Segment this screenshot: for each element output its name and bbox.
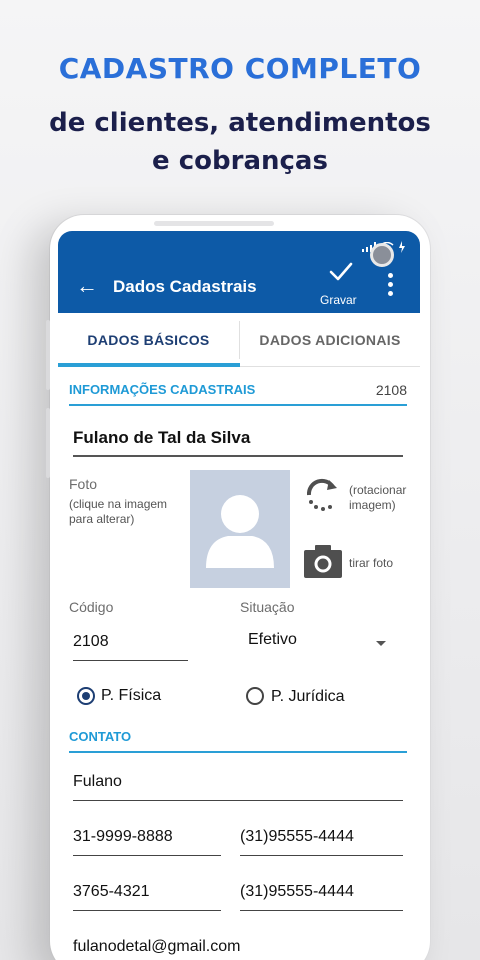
tab-dados-basicos[interactable]: DADOS BÁSICOS: [58, 313, 239, 367]
radio-label-pessoa-fisica[interactable]: P. Física: [101, 687, 161, 705]
radio-label-pessoa-juridica[interactable]: P. Jurídica: [271, 688, 345, 706]
chevron-down-icon[interactable]: [376, 641, 386, 646]
camera-icon[interactable]: [304, 544, 342, 578]
photo-label: Foto: [69, 476, 98, 492]
status-label: Situação: [240, 599, 295, 615]
phone3-value: 3765-4321: [73, 883, 150, 900]
name-field[interactable]: Fulano de Tal da Silva: [73, 427, 403, 457]
section-header-info: INFORMAÇÕES CADASTRAIS 2108: [69, 382, 407, 406]
section-header-contact: CONTATO: [69, 729, 407, 753]
avatar[interactable]: [190, 470, 290, 588]
tab-indicator: [58, 363, 240, 367]
code-value: 2108: [73, 633, 109, 650]
phone-side-button: [46, 320, 50, 390]
app-screen: ← Dados Cadastrais Gravar DADOS BÁSICOS …: [58, 231, 420, 960]
contact-name-field[interactable]: Fulano: [73, 771, 403, 801]
phone1-value: 31-9999-8888: [73, 828, 173, 845]
promo-title: CADASTRO COMPLETO: [58, 52, 422, 85]
phone4-field[interactable]: (31)95555-4444: [240, 881, 403, 911]
check-icon[interactable]: [328, 259, 354, 285]
app-bar: ← Dados Cadastrais Gravar: [58, 231, 420, 313]
more-vert-icon[interactable]: [388, 273, 394, 299]
section-label: CONTATO: [69, 729, 132, 744]
battery-icon: [399, 241, 405, 253]
section-label: INFORMAÇÕES CADASTRAIS: [69, 382, 256, 397]
radio-pessoa-fisica[interactable]: [77, 687, 95, 705]
phone3-field[interactable]: 3765-4321: [73, 881, 221, 911]
recording-indicator-icon: [370, 243, 394, 267]
status-select[interactable]: Efetivo: [248, 629, 392, 659]
phone-speaker: [154, 221, 274, 226]
arrow-left-icon[interactable]: ←: [76, 273, 98, 299]
code-label: Código: [69, 599, 114, 615]
promo-subtitle-line1: de clientes, atendimentos: [49, 108, 431, 138]
email-value: fulanodetal@gmail.com: [73, 938, 241, 955]
name-value: Fulano de Tal da Silva: [73, 428, 251, 447]
phone-side-button: [46, 408, 50, 478]
person-placeholder-icon: [206, 495, 274, 568]
tab-bar: DADOS BÁSICOS DADOS ADICIONAIS: [58, 313, 420, 367]
email-field[interactable]: fulanodetal@gmail.com: [73, 936, 403, 960]
take-photo-label[interactable]: tirar foto: [349, 556, 393, 571]
page-title: Dados Cadastrais: [113, 277, 257, 296]
record-number: 2108: [375, 382, 407, 398]
phone2-value: (31)95555-4444: [240, 828, 354, 845]
photo-hint: (clique na imagem para alterar): [69, 497, 168, 526]
phone2-field[interactable]: (31)95555-4444: [240, 826, 403, 856]
tab-dados-adicionais[interactable]: DADOS ADICIONAIS: [239, 321, 420, 359]
phone1-field[interactable]: 31-9999-8888: [73, 826, 221, 856]
rotate-icon[interactable]: [303, 475, 341, 513]
status-value: Efetivo: [248, 631, 297, 648]
code-field[interactable]: 2108: [73, 631, 188, 661]
rotate-label: (rotacionar imagem): [349, 483, 407, 512]
promo-subtitle: de clientes, atendimentos e cobranças: [0, 104, 480, 180]
phone4-value: (31)95555-4444: [240, 883, 354, 900]
save-button[interactable]: Gravar: [320, 293, 357, 307]
radio-pessoa-juridica[interactable]: [246, 687, 264, 705]
promo-subtitle-line2: e cobranças: [152, 146, 328, 176]
contact-name-value: Fulano: [73, 773, 122, 790]
